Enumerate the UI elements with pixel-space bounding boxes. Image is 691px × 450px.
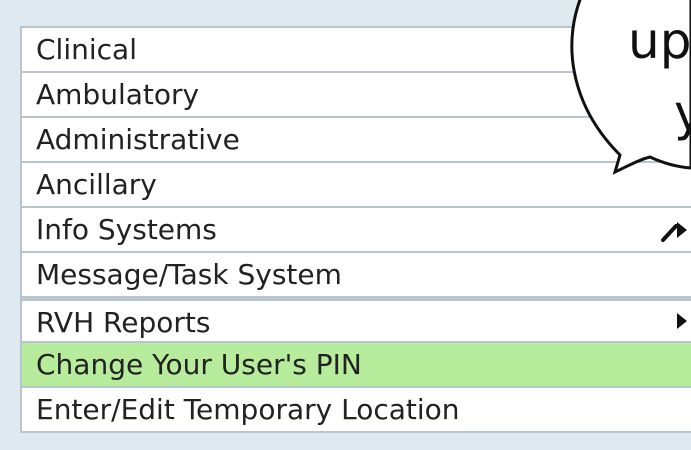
menu-item-message-task-system[interactable]: Message/Task System [20,253,691,298]
callout-text-line1: up [628,12,691,70]
callout-text-line2: y [674,84,691,142]
menu-item-administrative[interactable]: Administrative [20,118,691,163]
menu-item-rvh-reports[interactable]: RVH Reports [20,298,691,343]
menu-item-label: RVH Reports [36,306,211,339]
menu-item-ambulatory[interactable]: Ambulatory [20,73,691,118]
menu-item-label: Ambulatory [36,78,200,111]
menu-item-label: Enter/Edit Temporary Location [36,393,460,426]
menu-item-label: Ancillary [36,168,157,201]
submenu-arrow-icon [677,221,687,238]
menu-item-info-systems[interactable]: Info Systems [20,208,691,253]
menu-item-temporary-location[interactable]: Enter/Edit Temporary Location [20,388,691,433]
menu-item-change-user-pin[interactable]: Change Your User's PIN [20,343,691,388]
menu-screen: Clinical Ambulatory Administrative Ancil… [0,0,691,450]
menu-item-clinical[interactable]: Clinical [20,28,691,73]
submenu-arrow-icon [677,313,687,329]
menu-item-label: Clinical [36,33,137,66]
menu-item-label: Message/Task System [36,258,342,291]
main-menu: Clinical Ambulatory Administrative Ancil… [20,26,691,433]
menu-item-ancillary[interactable]: Ancillary [20,163,691,208]
menu-item-label: Info Systems [36,213,217,246]
menu-item-label: Change Your User's PIN [36,348,362,381]
menu-item-label: Administrative [36,123,240,156]
